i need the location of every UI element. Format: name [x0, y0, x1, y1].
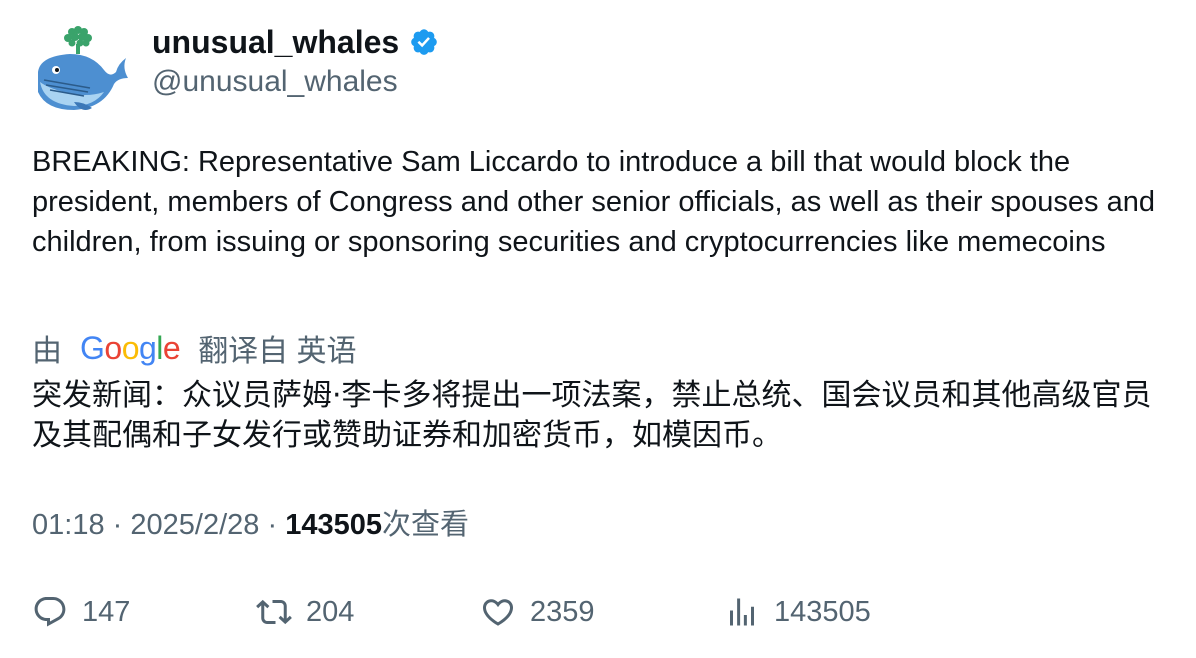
tweet-meta: 01:18 · 2025/2/28 · 143505次查看	[32, 505, 469, 545]
tweet-text: BREAKING: Representative Sam Liccardo to…	[32, 146, 1164, 258]
reply-icon	[34, 597, 66, 627]
translation-attribution[interactable]: 由 Google 翻译自 英语	[32, 327, 357, 369]
tweet-time[interactable]: 01:18	[32, 509, 105, 541]
reply-count: 147	[82, 595, 131, 628]
author-handle[interactable]: @unusual_whales	[152, 62, 398, 102]
avatar[interactable]	[30, 22, 130, 122]
views-count-action: 143505	[774, 595, 871, 628]
display-name-text: unusual_whales	[152, 24, 400, 60]
retweet-icon	[256, 599, 292, 625]
whale-logo-icon	[38, 26, 128, 110]
retweet-count: 204	[306, 595, 355, 628]
views-icon	[730, 598, 754, 626]
translation-source-language: 翻译自 英语	[198, 335, 357, 368]
like-count: 2359	[530, 595, 595, 628]
meta-separator: ·	[112, 509, 123, 541]
action-bar: 147 204 2359 143505	[32, 590, 1172, 634]
tweet-date[interactable]: 2025/2/28	[130, 509, 259, 541]
views-label: 次查看	[381, 509, 469, 541]
views-count: 143505	[285, 509, 382, 541]
like-button[interactable]: 2359	[480, 590, 595, 634]
views-button[interactable]: 143505	[724, 590, 871, 634]
like-icon	[482, 599, 514, 626]
author-display-name[interactable]: unusual_whales	[152, 22, 439, 62]
translation-prefix: 由	[32, 335, 62, 368]
google-logo: Google	[80, 329, 181, 366]
translated-text: 突发新闻：众议员萨姆·李卡多将提出一项法案，禁止总统、国会议员和其他高级官员及其…	[32, 378, 1152, 453]
meta-separator: ·	[267, 509, 278, 541]
verified-badge-icon	[411, 29, 437, 55]
retweet-button[interactable]: 204	[256, 590, 354, 634]
reply-button[interactable]: 147	[32, 590, 130, 634]
